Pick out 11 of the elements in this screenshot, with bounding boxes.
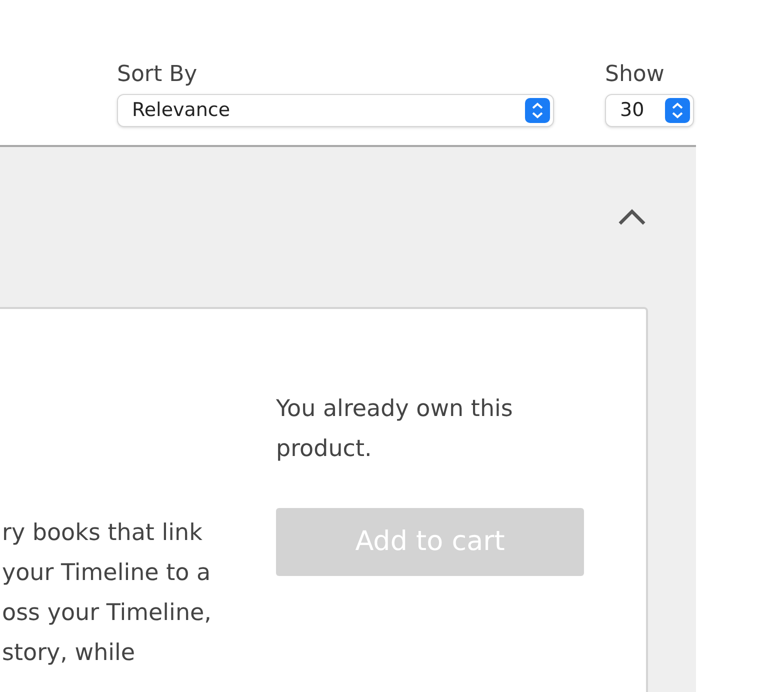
sort-select[interactable]: Relevance — [117, 94, 554, 127]
description-text: ry books that link — [2, 519, 204, 548]
chevron-up-down-icon — [665, 98, 690, 123]
description-text: your Timeline to a — [2, 559, 212, 588]
ownership-note: You already own this product. — [276, 395, 514, 464]
description-text: oss your Timeline, — [2, 599, 212, 628]
chevron-up-down-icon — [525, 98, 550, 123]
show-select[interactable]: 30 — [605, 94, 694, 127]
sort-by-label: Sort By — [117, 61, 198, 89]
description-text: story, while — [2, 639, 136, 668]
show-label: Show — [605, 61, 666, 89]
